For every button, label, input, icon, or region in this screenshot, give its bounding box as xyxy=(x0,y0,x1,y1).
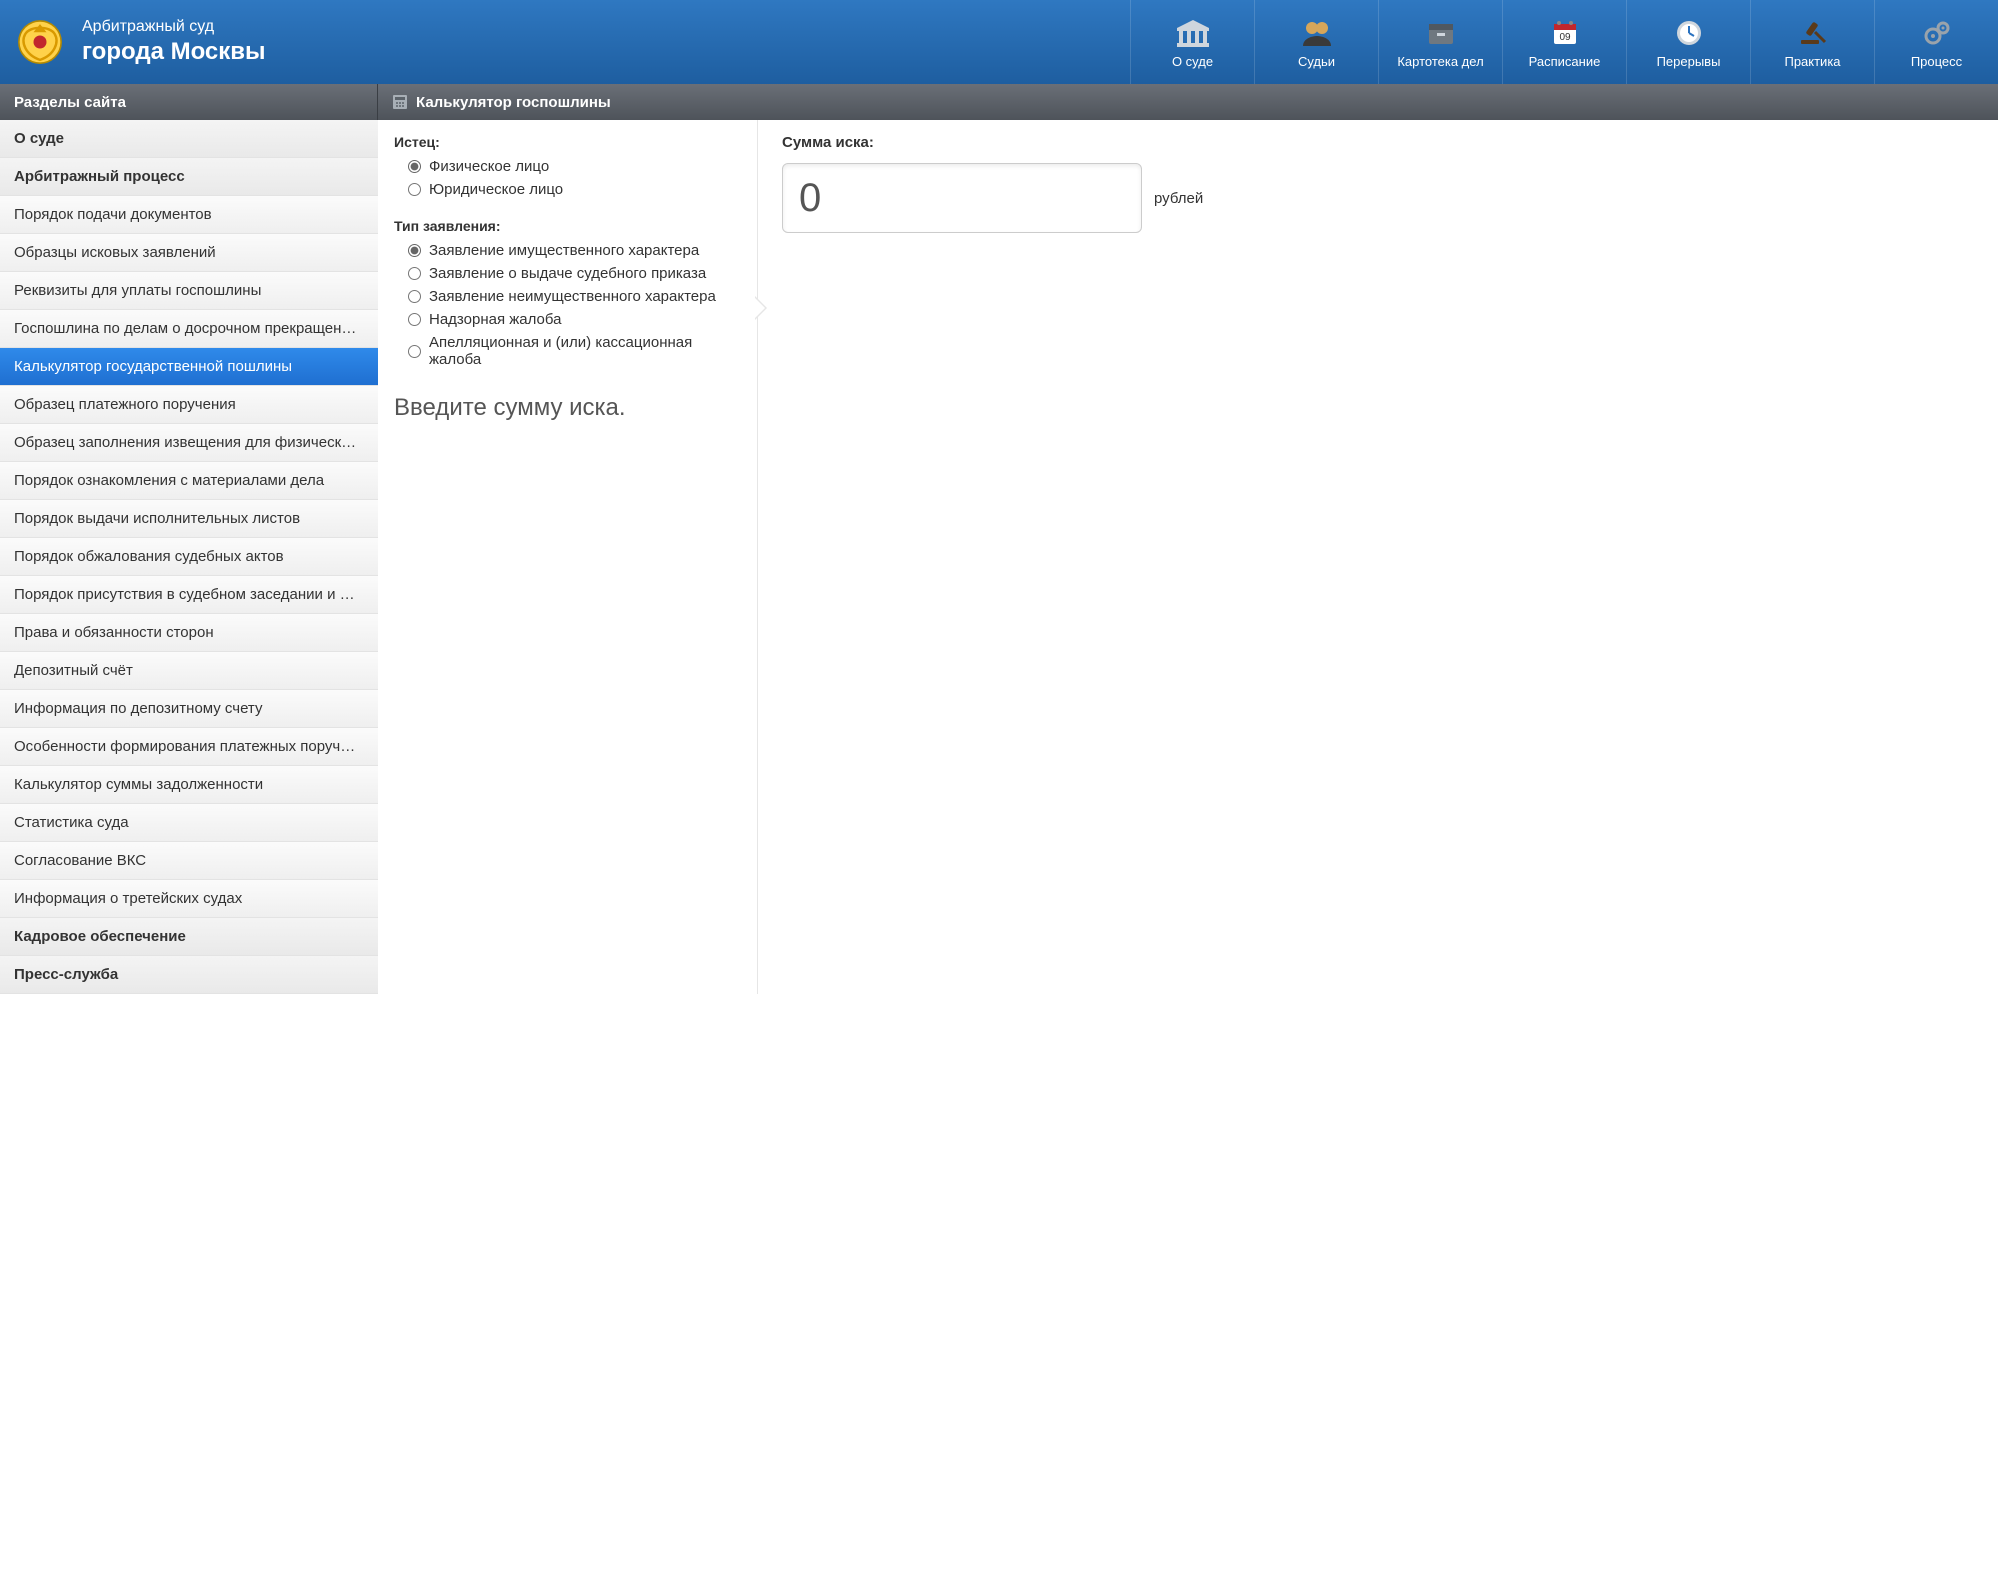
radio-input[interactable] xyxy=(408,290,421,303)
nav-label: О суде xyxy=(1172,54,1213,69)
judges-icon xyxy=(1299,16,1335,50)
claimtype-label: Тип заявления: xyxy=(394,218,743,234)
sidebar-item[interactable]: Образец платежного поручения xyxy=(0,386,378,424)
emblem-icon xyxy=(14,16,66,68)
nav-label: Расписание xyxy=(1529,54,1601,69)
radio-input[interactable] xyxy=(408,313,421,326)
gears-icon xyxy=(1919,16,1955,50)
sidebar-section-header[interactable]: Пресс-служба xyxy=(0,956,378,994)
radio-label: Заявление имущественного характера xyxy=(429,242,699,259)
sidebar-item[interactable]: Образцы исковых заявлений xyxy=(0,234,378,272)
nav-breaks[interactable]: Перерывы xyxy=(1626,0,1750,84)
subheader-right: Калькулятор госпошлины xyxy=(378,84,1998,120)
sidebar: О судеАрбитражный процессПорядок подачи … xyxy=(0,120,378,994)
claimtype-court-order[interactable]: Заявление о выдаче судебного приказа xyxy=(408,265,743,282)
radio-label: Апелляционная и (или) кассационная жалоб… xyxy=(429,334,743,368)
nav-schedule[interactable]: 09 Расписание xyxy=(1502,0,1626,84)
sum-input[interactable] xyxy=(782,163,1142,233)
sidebar-item[interactable]: Порядок выдачи исполнительных листов xyxy=(0,500,378,538)
radio-input[interactable] xyxy=(408,160,421,173)
page-title: Калькулятор госпошлины xyxy=(416,94,611,111)
radio-input[interactable] xyxy=(408,244,421,257)
brand-line1: Арбитражный суд xyxy=(82,17,266,36)
header: Арбитражный суд города Москвы О суде Суд… xyxy=(0,0,1998,84)
svg-text:09: 09 xyxy=(1559,32,1571,43)
instruction-text: Введите сумму иска. xyxy=(394,394,743,422)
sidebar-item[interactable]: Калькулятор суммы задолженности xyxy=(0,766,378,804)
sidebar-item[interactable]: Информация о третейских судах xyxy=(0,880,378,918)
sidebar-item[interactable]: Порядок обжалования судебных актов xyxy=(0,538,378,576)
sidebar-item[interactable]: Статистика суда xyxy=(0,804,378,842)
radio-label: Заявление неимущественного характера xyxy=(429,288,716,305)
sidebar-item[interactable]: Калькулятор государственной пошлины xyxy=(0,348,378,386)
nav-practice[interactable]: Практика xyxy=(1750,0,1874,84)
plaintiff-option-legal[interactable]: Юридическое лицо xyxy=(408,181,743,198)
radio-label: Юридическое лицо xyxy=(429,181,563,198)
sidebar-item[interactable]: Особенности формирования платежных поруч… xyxy=(0,728,378,766)
nav-process[interactable]: Процесс xyxy=(1874,0,1998,84)
gavel-icon xyxy=(1795,16,1831,50)
sidebar-section-header[interactable]: Арбитражный процесс xyxy=(0,158,378,196)
form-options: Истец: Физическое лицо Юридическое лицо … xyxy=(378,120,758,994)
sidebar-item[interactable]: Госпошлина по делам о досрочном прекраще… xyxy=(0,310,378,348)
claimtype-appeal[interactable]: Апелляционная и (или) кассационная жалоб… xyxy=(408,334,743,368)
nav-judges[interactable]: Судьи xyxy=(1254,0,1378,84)
plaintiff-label: Истец: xyxy=(394,134,743,150)
radio-input[interactable] xyxy=(408,345,421,358)
card-box-icon xyxy=(1423,16,1459,50)
nav-label: Процесс xyxy=(1911,54,1962,69)
sum-label: Сумма иска: xyxy=(782,134,1974,151)
sidebar-item[interactable]: Реквизиты для уплаты госпошлины xyxy=(0,272,378,310)
sum-panel: Сумма иска: рублей xyxy=(758,120,1998,994)
sidebar-item[interactable]: Информация по депозитному счету xyxy=(0,690,378,728)
claimtype-nonproperty[interactable]: Заявление неимущественного характера xyxy=(408,288,743,305)
calculator-icon xyxy=(392,94,408,110)
sidebar-item[interactable]: Права и обязанности сторон xyxy=(0,614,378,652)
nav-about[interactable]: О суде xyxy=(1130,0,1254,84)
sidebar-item[interactable]: Образец заполнения извещения для физичес… xyxy=(0,424,378,462)
content: Истец: Физическое лицо Юридическое лицо … xyxy=(378,120,1998,994)
court-building-icon xyxy=(1175,16,1211,50)
sidebar-section-header[interactable]: Кадровое обеспечение xyxy=(0,918,378,956)
nav-label: Перерывы xyxy=(1657,54,1721,69)
sidebar-item[interactable]: Порядок подачи документов xyxy=(0,196,378,234)
nav-label: Судьи xyxy=(1298,54,1335,69)
radio-label: Физическое лицо xyxy=(429,158,549,175)
radio-label: Надзорная жалоба xyxy=(429,311,561,328)
clock-icon xyxy=(1671,16,1707,50)
brand[interactable]: Арбитражный суд города Москвы xyxy=(0,0,290,84)
nav-label: Картотека дел xyxy=(1397,54,1483,69)
brand-text: Арбитражный суд города Москвы xyxy=(82,17,266,67)
plaintiff-option-individual[interactable]: Физическое лицо xyxy=(408,158,743,175)
claimtype-property[interactable]: Заявление имущественного характера xyxy=(408,242,743,259)
brand-line2: города Москвы xyxy=(82,38,266,67)
radio-input[interactable] xyxy=(408,183,421,196)
claimtype-supervisory[interactable]: Надзорная жалоба xyxy=(408,311,743,328)
sidebar-section-header[interactable]: О суде xyxy=(0,120,378,158)
nav-cases[interactable]: Картотека дел xyxy=(1378,0,1502,84)
section-pointer-icon xyxy=(755,296,767,320)
sidebar-item[interactable]: Согласование ВКС xyxy=(0,842,378,880)
calendar-icon: 09 xyxy=(1547,16,1583,50)
radio-label: Заявление о выдаче судебного приказа xyxy=(429,265,706,282)
top-nav: О суде Судьи Картотека дел 09 Расписание… xyxy=(1130,0,1998,84)
sidebar-item[interactable]: Депозитный счёт xyxy=(0,652,378,690)
sum-unit: рублей xyxy=(1154,190,1203,207)
sidebar-item[interactable]: Порядок присутствия в судебном заседании… xyxy=(0,576,378,614)
subheader-left: Разделы сайта xyxy=(0,84,378,120)
sidebar-item[interactable]: Порядок ознакомления с материалами дела xyxy=(0,462,378,500)
subheader: Разделы сайта Калькулятор госпошлины xyxy=(0,84,1998,120)
nav-label: Практика xyxy=(1784,54,1840,69)
radio-input[interactable] xyxy=(408,267,421,280)
